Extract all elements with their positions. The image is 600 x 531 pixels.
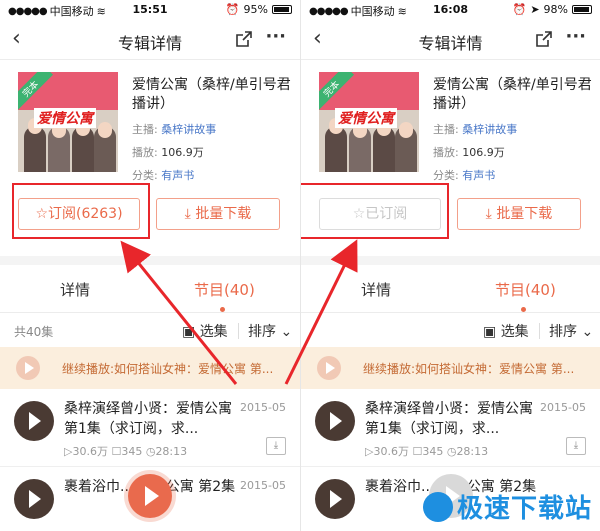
host-link[interactable]: 桑梓讲故事 [462, 123, 517, 136]
host-label: 主播: [433, 123, 459, 136]
plays-count: 106.9万 [161, 146, 204, 159]
screenshot-composite: ●●●●● 中国移动 ≋ 15:51 ⏰ 95% ‹ 专辑详情 ··· 完本 爱情公寓… [0, 0, 600, 531]
battery-percent: 98% [543, 3, 568, 16]
tab-bar: 详情 节目(40) [0, 265, 300, 313]
batch-download-label: 批量下载 [195, 206, 252, 222]
sort-button[interactable]: 排序 ⌄ [248, 321, 292, 341]
plays-count: 106.9万 [462, 146, 505, 159]
category-label: 分类: [132, 169, 158, 182]
album-info: 爱情公寓（桑梓/单引号君播讲） 主播: 桑梓讲故事 播放: 106.9万 分类:… [433, 76, 593, 183]
episode-title: 桑梓演绎曾小贤：爱情公寓 第1集（求订阅，求... [365, 401, 533, 437]
episode-thumb[interactable] [315, 479, 355, 519]
select-episodes-button[interactable]: ▣ 选集 [182, 321, 228, 341]
tab-episodes-label: 节目(40) [194, 281, 255, 299]
list-toolbar: 共40集 ▣ 选集 排序 ⌄ [0, 313, 300, 347]
album-title: 爱情公寓（桑梓/单引号君播讲） [132, 77, 291, 112]
more-icon[interactable]: ··· [565, 26, 586, 47]
album-cover: 完本 爱情公寓 [319, 72, 419, 172]
sort-button[interactable]: 排序 ⌄ [549, 321, 593, 341]
tab-bar: 详情 节目(40) [301, 265, 600, 313]
cover-title: 爱情公寓 [34, 108, 96, 128]
status-bar: ●●●●● 中国移动 ≋ 15:51 ⏰ 95% [0, 0, 300, 20]
episode-plays: 30.6万 [373, 445, 409, 458]
episode-title: 桑梓演绎曾小贤：爱情公寓 第1集（求订阅，求... [64, 401, 232, 437]
page-title: 专辑详情 [418, 34, 483, 53]
resume-text: 继续播放:如何搭讪女神：爱情公寓 第... [363, 362, 575, 376]
episode-date: 2015-05 [240, 479, 286, 492]
alarm-icon: ⏰ [512, 3, 527, 16]
play-icon [16, 356, 40, 380]
sort-label: 排序 [248, 324, 276, 340]
highlight-box [12, 183, 150, 239]
episode-date: 2015-05 [240, 401, 286, 414]
episode-date: 2015-05 [540, 401, 586, 414]
episode-thumb[interactable] [315, 401, 355, 441]
episode-comments: 345 [121, 445, 143, 458]
select-episodes-button[interactable]: ▣ 选集 [483, 321, 529, 341]
episode-thumb[interactable] [14, 401, 54, 441]
host-label: 主播: [132, 123, 158, 136]
download-icon[interactable]: ⤓ [266, 437, 286, 455]
resume-bar[interactable]: 继续播放:如何搭讪女神：爱情公寓 第... [301, 347, 600, 389]
category-link[interactable]: 有声书 [161, 169, 194, 182]
phone-screen-left: ●●●●● 中国移动 ≋ 15:51 ⏰ 95% ‹ 专辑详情 ··· 完本 爱情公寓… [0, 0, 300, 531]
nav-bar: ‹ 专辑详情 ··· [0, 20, 300, 60]
resume-text: 继续播放:如何搭讪女神：爱情公寓 第... [62, 362, 274, 376]
resume-bar[interactable]: 继续播放:如何搭讪女神：爱情公寓 第... [0, 347, 300, 389]
play-icon [317, 356, 341, 380]
sort-label: 排序 [549, 324, 577, 340]
select-label: 选集 [500, 324, 529, 340]
nav-bar: ‹ 专辑详情 ··· [301, 20, 600, 60]
batch-download-button[interactable]: ⤓ 批量下载 [457, 198, 581, 230]
highlight-box [301, 183, 449, 239]
category-label: 分类: [433, 169, 459, 182]
plays-label: 播放: [132, 146, 158, 159]
episode-count: 共40集 [14, 325, 54, 339]
tab-episodes[interactable]: 节目(40) [194, 279, 255, 312]
episode-stats: ▷30.6万 ☐345 ◷28:13 [365, 445, 489, 458]
battery-icon [572, 5, 592, 14]
player-play-button[interactable] [128, 474, 172, 518]
watermark-logo-icon [422, 491, 453, 522]
category-link[interactable]: 有声书 [462, 169, 495, 182]
tab-episodes-label: 节目(40) [495, 281, 556, 299]
phone-screen-right: ●●●●● 中国移动 ≋ 16:08 ⏰ ➤ 98% ‹ 专辑详情 ··· 完本 爱情公… [300, 0, 600, 531]
album-title: 爱情公寓（桑梓/单引号君播讲） [433, 77, 592, 112]
episode-thumb[interactable] [14, 479, 54, 519]
episode-duration: 28:13 [155, 445, 188, 458]
album-cover: 完本 爱情公寓 [18, 72, 118, 172]
status-bar: ●●●●● 中国移动 ≋ 16:08 ⏰ ➤ 98% [301, 0, 600, 20]
location-icon: ➤ [530, 3, 540, 16]
more-icon[interactable]: ··· [265, 26, 286, 47]
episode-comments: 345 [422, 445, 444, 458]
cover-title: 爱情公寓 [335, 108, 397, 128]
list-item[interactable]: 桑梓演绎曾小贤：爱情公寓 第1集（求订阅，求... 2015-05 ▷30.6万… [0, 389, 300, 467]
batch-download-label: 批量下载 [496, 206, 553, 222]
watermark: 极速下载站 [422, 488, 592, 525]
share-icon[interactable] [236, 31, 252, 51]
share-icon[interactable] [536, 31, 552, 51]
tab-detail[interactable]: 详情 [60, 279, 90, 300]
battery-percent: 95% [243, 3, 268, 16]
album-info: 爱情公寓（桑梓/单引号君播讲） 主播: 桑梓讲故事 播放: 106.9万 分类:… [132, 76, 292, 183]
page-title: 专辑详情 [117, 34, 182, 53]
episode-duration: 28:13 [456, 445, 489, 458]
episode-plays: 30.6万 [72, 445, 108, 458]
download-icon[interactable]: ⤓ [566, 437, 586, 455]
list-item[interactable]: 桑梓演绎曾小贤：爱情公寓 第1集（求订阅，求... 2015-05 ▷30.6万… [301, 389, 600, 467]
host-link[interactable]: 桑梓讲故事 [161, 123, 216, 136]
episode-stats: ▷30.6万 ☐345 ◷28:13 [64, 445, 188, 458]
battery-icon [272, 5, 292, 14]
tab-episodes[interactable]: 节目(40) [495, 279, 556, 312]
alarm-icon: ⏰ [225, 3, 240, 16]
plays-label: 播放: [433, 146, 459, 159]
tab-detail[interactable]: 详情 [361, 279, 391, 300]
select-label: 选集 [199, 324, 228, 340]
list-toolbar: ▣ 选集 排序 ⌄ [301, 313, 600, 347]
watermark-text: 极速下载站 [456, 494, 592, 524]
batch-download-button[interactable]: ⤓ 批量下载 [156, 198, 280, 230]
